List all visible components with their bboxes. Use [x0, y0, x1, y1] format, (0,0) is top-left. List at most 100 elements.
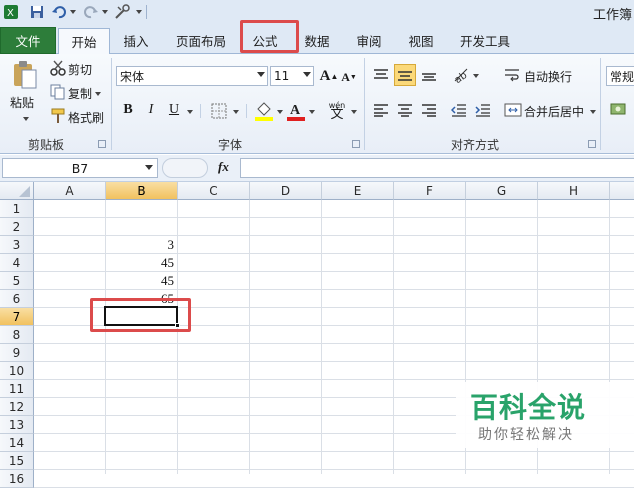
row-header-10[interactable]: 10 [0, 362, 34, 380]
font-size-combo[interactable]: 11 [270, 66, 314, 86]
decrease-indent-icon[interactable] [450, 101, 468, 119]
formula-bar-splitter[interactable] [162, 158, 208, 178]
column-header-E[interactable]: E [322, 182, 394, 200]
merge-center-dropdown-icon[interactable] [590, 109, 597, 114]
row-header-6[interactable]: 6 [0, 290, 34, 308]
align-right-icon[interactable] [420, 101, 438, 119]
format-painter-button[interactable]: 格式刷 [68, 109, 104, 126]
cut-icon [50, 60, 66, 76]
tab-developer[interactable]: 开发工具 [452, 28, 518, 53]
excel-icon[interactable]: X [2, 3, 20, 21]
shrink-font-icon[interactable]: A ▼ [340, 68, 358, 86]
copy-button[interactable]: 复制 [68, 85, 102, 102]
align-center-icon[interactable] [396, 101, 414, 119]
font-color-dropdown-icon[interactable] [306, 108, 315, 116]
row-header-5[interactable]: 5 [0, 272, 34, 290]
ribbon-tabs: 文件 开始 插入 页面布局 公式 数据 审阅 视图 开发工具 [0, 24, 634, 54]
column-header-A[interactable]: A [34, 182, 106, 200]
cut-button[interactable]: 剪切 [68, 61, 92, 78]
border-dropdown-icon[interactable] [230, 108, 239, 116]
row-header-2[interactable]: 2 [0, 218, 34, 236]
row-header-8[interactable]: 8 [0, 326, 34, 344]
wrap-text-button[interactable]: 自动换行 [524, 68, 572, 85]
save-icon[interactable] [28, 3, 46, 21]
tab-file[interactable]: 文件 [0, 27, 56, 54]
orientation-dropdown-icon[interactable] [470, 72, 479, 80]
insert-function-icon[interactable]: fx [218, 159, 229, 175]
clipboard-launcher-icon[interactable] [98, 140, 106, 148]
row-header-1[interactable]: 1 [0, 200, 34, 218]
paste-icon[interactable] [10, 60, 40, 90]
row-header-9[interactable]: 9 [0, 344, 34, 362]
align-top-icon[interactable] [372, 66, 390, 84]
font-name-dropdown-icon[interactable] [257, 72, 265, 77]
row-header-11[interactable]: 11 [0, 380, 34, 398]
copy-dropdown-icon[interactable] [95, 91, 102, 96]
name-box-dropdown-icon[interactable] [145, 165, 153, 170]
tab-review[interactable]: 审阅 [348, 28, 390, 53]
fill-color-icon[interactable] [254, 100, 274, 122]
row-header-13[interactable]: 13 [0, 416, 34, 434]
column-header-D[interactable]: D [250, 182, 322, 200]
name-box[interactable]: B7 [2, 158, 158, 178]
app-title: 工作簿 [592, 8, 632, 23]
row-header-7[interactable]: 7 [0, 308, 34, 326]
orientation-icon[interactable]: ab [450, 66, 472, 84]
font-color-icon[interactable]: A [286, 100, 306, 122]
font-size-dropdown-icon[interactable] [303, 72, 311, 77]
tab-home[interactable]: 开始 [58, 28, 110, 54]
formula-input[interactable] [240, 158, 634, 178]
column-header-B[interactable]: B [106, 182, 178, 200]
alignment-group-label: 对齐方式 [450, 138, 499, 152]
underline-dropdown-icon[interactable] [184, 108, 193, 116]
align-bottom-icon[interactable] [420, 66, 438, 84]
phonetic-guide-icon[interactable]: wén 文 [326, 98, 348, 122]
merge-center-button[interactable]: 合并后居中 [524, 103, 597, 120]
alignment-launcher-icon[interactable] [588, 140, 596, 148]
undo-dropdown-icon[interactable] [66, 3, 76, 21]
font-launcher-icon[interactable] [352, 140, 360, 148]
customize-dropdown-icon[interactable] [132, 3, 142, 21]
cell-B5[interactable]: 45 [106, 272, 178, 290]
row-header-3[interactable]: 3 [0, 236, 34, 254]
underline-button[interactable]: U [166, 101, 182, 119]
column-header-overflow[interactable] [610, 182, 634, 200]
customize-icon[interactable] [114, 3, 132, 21]
paste-dropdown-icon[interactable] [18, 114, 30, 124]
row-header-16[interactable]: 16 [0, 470, 34, 488]
row-header-14[interactable]: 14 [0, 434, 34, 452]
svg-text:X: X [7, 8, 14, 19]
number-format-combo[interactable]: 常规 [606, 66, 634, 86]
align-left-icon[interactable] [372, 101, 390, 119]
redo-dropdown-icon[interactable] [98, 3, 108, 21]
gridline-horizontal [34, 343, 634, 344]
row-header-15[interactable]: 15 [0, 452, 34, 470]
column-header-C[interactable]: C [178, 182, 250, 200]
column-header-G[interactable]: G [466, 182, 538, 200]
tab-view[interactable]: 视图 [400, 28, 442, 53]
tab-data[interactable]: 数据 [296, 28, 338, 53]
row-header-4[interactable]: 4 [0, 254, 34, 272]
italic-button[interactable]: I [143, 101, 159, 119]
paste-button[interactable]: 粘贴 [10, 94, 34, 111]
select-all-corner[interactable] [0, 182, 34, 200]
border-icon[interactable] [210, 102, 228, 120]
font-name-combo[interactable]: 宋体 [116, 66, 268, 86]
tab-page-layout[interactable]: 页面布局 [168, 28, 234, 53]
wrap-text-icon [504, 67, 520, 83]
grow-font-icon[interactable]: A ▲ [320, 66, 339, 86]
merge-center-label: 合并后居中 [524, 105, 585, 119]
align-middle-icon[interactable] [394, 64, 416, 86]
column-header-F[interactable]: F [394, 182, 466, 200]
increase-indent-icon[interactable] [474, 101, 492, 119]
cell-B3[interactable]: 3 [106, 236, 178, 254]
tab-insert[interactable]: 插入 [114, 28, 158, 53]
cell-B4[interactable]: 45 [106, 254, 178, 272]
accounting-format-icon[interactable] [610, 100, 628, 118]
row-header-12[interactable]: 12 [0, 398, 34, 416]
column-header-H[interactable]: H [538, 182, 610, 200]
selected-cell-highlight [90, 298, 191, 332]
fill-color-dropdown-icon[interactable] [274, 108, 283, 116]
phonetic-dropdown-icon[interactable] [348, 108, 357, 116]
bold-button[interactable]: B [120, 101, 136, 119]
